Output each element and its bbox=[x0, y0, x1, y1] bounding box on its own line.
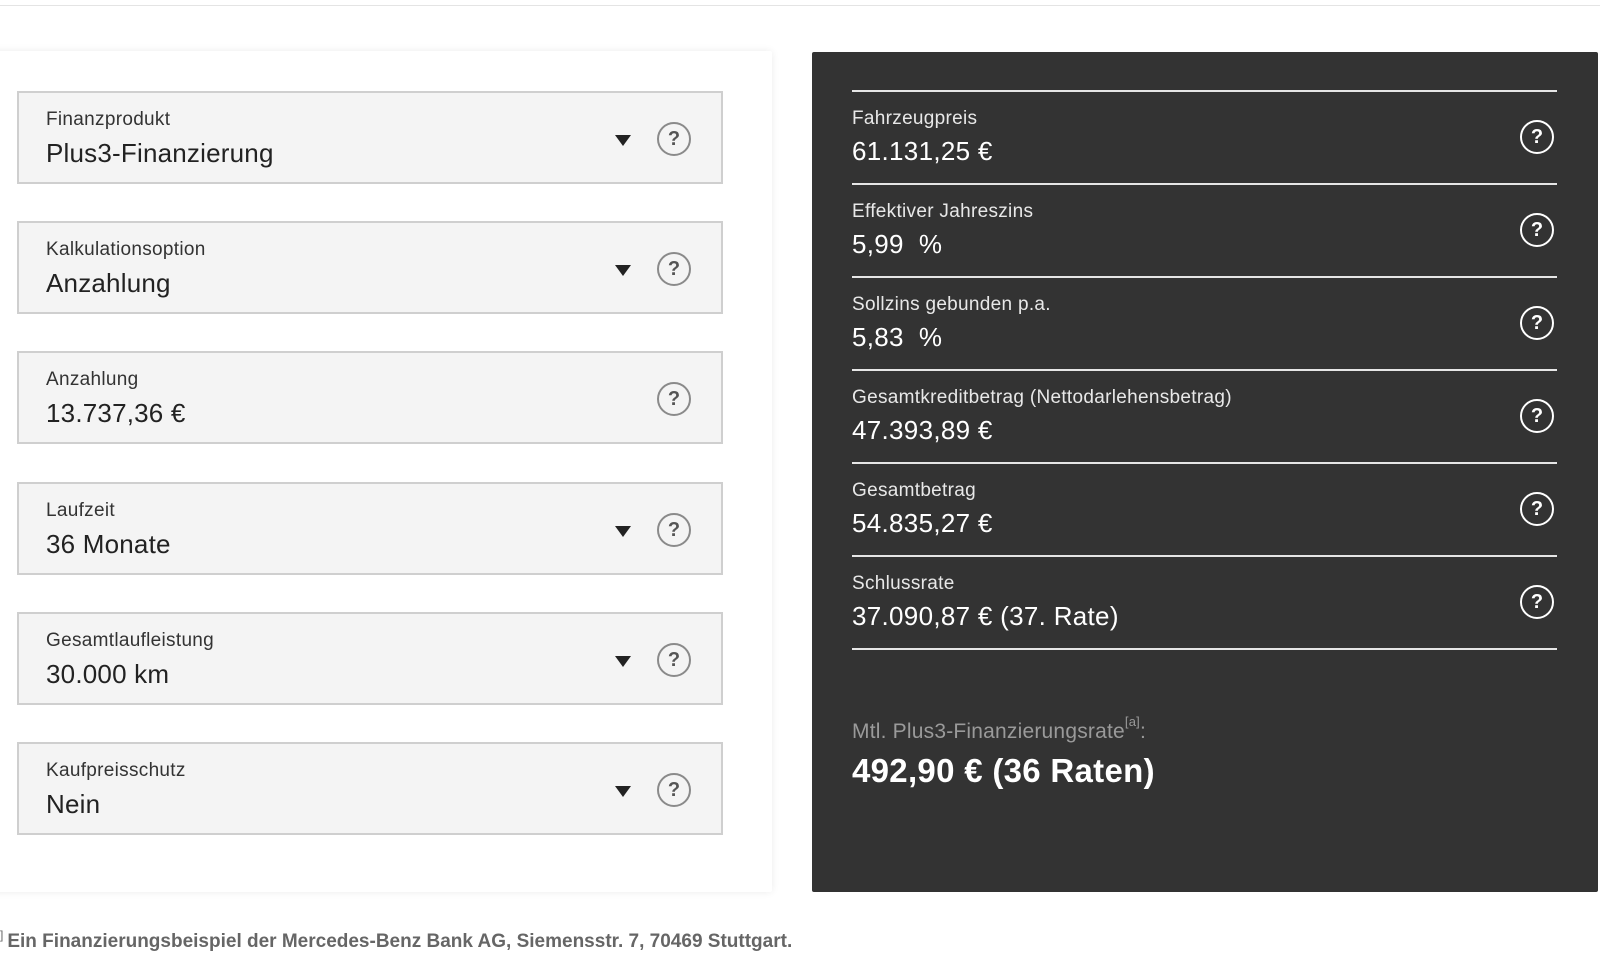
question-circle-icon[interactable]: ? bbox=[657, 773, 691, 807]
footnote-mark: ] bbox=[0, 928, 4, 942]
question-circle-icon[interactable]: ? bbox=[657, 382, 691, 416]
summary-value: 5,99 % bbox=[852, 229, 943, 259]
field-label: Anzahlung bbox=[46, 369, 139, 390]
financing-summary-panel: Fahrzeugpreis 61.131,25 € ? Effektiver J… bbox=[812, 52, 1598, 892]
monthly-rate-label: Mtl. Plus3-Finanzierungsrate[a]: bbox=[852, 714, 1146, 744]
kalkulationsoption-select[interactable]: Kalkulationsoption Anzahlung ? bbox=[17, 221, 723, 314]
summary-label: Schlussrate bbox=[852, 573, 955, 594]
field-value: 36 Monate bbox=[46, 529, 171, 559]
question-circle-icon[interactable]: ? bbox=[657, 643, 691, 677]
summary-label: Gesamtkreditbetrag (Nettodarlehensbetrag… bbox=[852, 387, 1232, 408]
monthly-rate-value: 492,90 € (36 Raten) bbox=[852, 752, 1155, 789]
footnote: ] Ein Finanzierungsbeispiel der Mercedes-… bbox=[0, 928, 793, 953]
field-label: Kaufpreisschutz bbox=[46, 760, 186, 781]
field-label: Laufzeit bbox=[46, 500, 115, 521]
divider bbox=[852, 462, 1557, 464]
field-value: Plus3-Finanzierung bbox=[46, 138, 274, 168]
summary-label: Gesamtbetrag bbox=[852, 480, 976, 501]
question-circle-icon[interactable]: ? bbox=[1520, 120, 1554, 154]
question-circle-icon[interactable]: ? bbox=[657, 252, 691, 286]
summary-value: 37.090,87 € (37. Rate) bbox=[852, 601, 1119, 631]
footnote-ref[interactable]: [a] bbox=[1125, 714, 1140, 729]
laufzeit-select[interactable]: Laufzeit 36 Monate ? bbox=[17, 482, 723, 575]
finanzprodukt-select[interactable]: Finanzprodukt Plus3-Finanzierung ? bbox=[17, 91, 723, 184]
top-divider bbox=[0, 5, 1600, 6]
gesamtlaufleistung-select[interactable]: Gesamtlaufleistung 30.000 km ? bbox=[17, 612, 723, 705]
field-label: Gesamtlaufleistung bbox=[46, 630, 215, 651]
divider bbox=[852, 276, 1557, 278]
divider bbox=[852, 369, 1557, 371]
calculator-form-panel: Finanzprodukt Plus3-Finanzierung ? Kalku… bbox=[0, 51, 772, 892]
caret-down-icon[interactable] bbox=[615, 786, 631, 797]
field-value: Anzahlung bbox=[46, 268, 171, 298]
summary-label: Fahrzeugpreis bbox=[852, 108, 978, 129]
anzahlung-input[interactable]: Anzahlung 13.737,36 € ? bbox=[17, 351, 723, 444]
footnote-text: Ein Finanzierungsbeispiel der Mercedes-B… bbox=[7, 931, 793, 952]
divider bbox=[852, 555, 1557, 557]
caret-down-icon[interactable] bbox=[615, 526, 631, 537]
question-circle-icon[interactable]: ? bbox=[657, 122, 691, 156]
monthly-rate-label-suffix: : bbox=[1139, 720, 1146, 743]
field-value: Nein bbox=[46, 789, 101, 819]
kaufpreisschutz-select[interactable]: Kaufpreisschutz Nein ? bbox=[17, 742, 723, 835]
question-circle-icon[interactable]: ? bbox=[1520, 213, 1554, 247]
question-circle-icon[interactable]: ? bbox=[657, 513, 691, 547]
question-circle-icon[interactable]: ? bbox=[1520, 399, 1554, 433]
field-value: 30.000 km bbox=[46, 659, 170, 689]
question-circle-icon[interactable]: ? bbox=[1520, 585, 1554, 619]
question-circle-icon[interactable]: ? bbox=[1520, 492, 1554, 526]
summary-label: Effektiver Jahreszins bbox=[852, 201, 1034, 222]
summary-value: 61.131,25 € bbox=[852, 136, 993, 166]
caret-down-icon[interactable] bbox=[615, 265, 631, 276]
field-label: Finanzprodukt bbox=[46, 109, 171, 130]
summary-label: Sollzins gebunden p.a. bbox=[852, 294, 1051, 315]
caret-down-icon[interactable] bbox=[615, 656, 631, 667]
divider bbox=[852, 648, 1557, 650]
monthly-rate-label-text: Mtl. Plus3-Finanzierungsrate bbox=[852, 720, 1125, 743]
field-label: Kalkulationsoption bbox=[46, 239, 206, 260]
question-circle-icon[interactable]: ? bbox=[1520, 306, 1554, 340]
summary-value: 54.835,27 € bbox=[852, 508, 993, 538]
divider bbox=[852, 90, 1557, 92]
field-value[interactable]: 13.737,36 € bbox=[46, 398, 186, 429]
caret-down-icon[interactable] bbox=[615, 135, 631, 146]
divider bbox=[852, 183, 1557, 185]
summary-value: 5,83 % bbox=[852, 322, 943, 352]
summary-value: 47.393,89 € bbox=[852, 415, 993, 445]
